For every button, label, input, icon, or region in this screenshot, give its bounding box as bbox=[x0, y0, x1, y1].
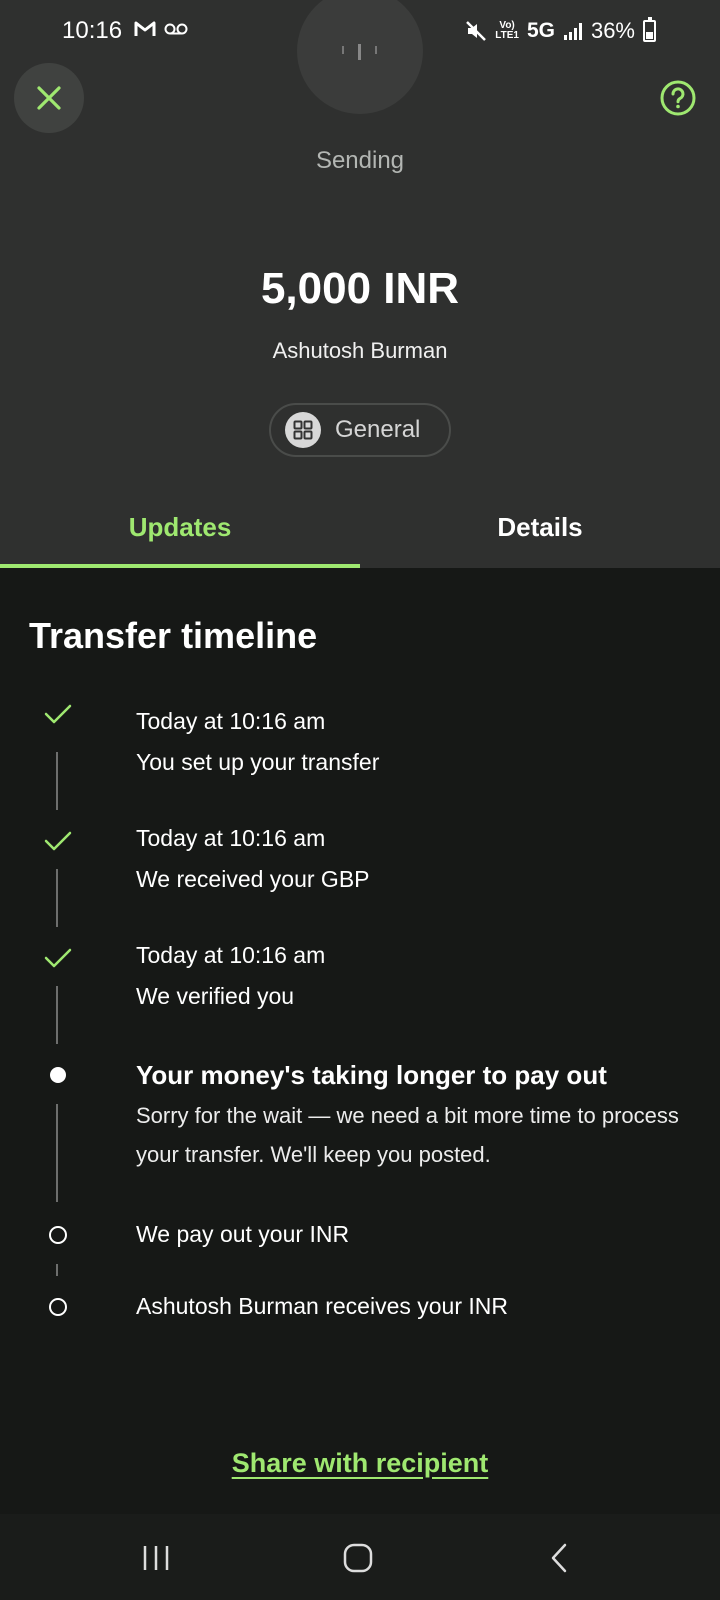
system-nav-bar bbox=[0, 1514, 720, 1600]
pending-step-dot bbox=[49, 1298, 67, 1316]
tab-bar: Updates Details bbox=[0, 500, 720, 568]
help-icon bbox=[660, 80, 696, 116]
step-label: We received your GBP bbox=[136, 866, 370, 892]
status-time: 10:16 bbox=[62, 17, 123, 44]
help-button[interactable] bbox=[660, 80, 696, 116]
category-chip[interactable]: General bbox=[269, 403, 451, 457]
mute-icon bbox=[466, 21, 487, 41]
home-button[interactable] bbox=[336, 1536, 380, 1580]
step-time: Today at 10:16 am bbox=[136, 825, 326, 851]
timeline-title: Transfer timeline bbox=[29, 615, 318, 656]
timeline-step: We pay out your INR bbox=[136, 1214, 349, 1255]
close-button[interactable] bbox=[14, 63, 84, 133]
active-tab-indicator bbox=[0, 564, 360, 568]
category-grid-icon bbox=[285, 412, 321, 448]
step-label: We pay out your INR bbox=[136, 1221, 350, 1247]
close-icon bbox=[37, 86, 61, 110]
back-button[interactable] bbox=[537, 1536, 581, 1580]
timeline-step: Today at 10:16 am We received your GBP bbox=[136, 818, 370, 900]
status-right-icons: Vo) LTE1 5G 36% bbox=[465, 17, 656, 44]
signal-icon bbox=[563, 23, 582, 40]
transfer-amount: 5,000 INR bbox=[260, 264, 460, 313]
battery-icon bbox=[643, 17, 656, 42]
step-label: We verified you bbox=[136, 983, 295, 1009]
timeline-connector bbox=[56, 752, 58, 810]
step-label: You set up your transfer bbox=[136, 749, 380, 775]
current-step-dot bbox=[50, 1067, 66, 1083]
step-time: Today at 10:16 am bbox=[136, 942, 326, 968]
transfer-status: Sending bbox=[315, 147, 405, 174]
timeline-step: Your money's taking longer to pay out So… bbox=[136, 1055, 696, 1174]
step-time: Today at 10:16 am bbox=[136, 708, 326, 734]
step-description: Sorry for the wait — we need a bit more … bbox=[136, 1103, 679, 1167]
timeline-connector bbox=[56, 1264, 58, 1276]
timeline-connector bbox=[56, 869, 58, 927]
share-with-recipient-link[interactable]: Share with recipient bbox=[0, 1448, 720, 1479]
gmail-icon bbox=[134, 21, 156, 36]
check-icon bbox=[44, 704, 72, 724]
timeline-step: Today at 10:16 am You set up your transf… bbox=[136, 701, 379, 783]
battery-percent: 36% bbox=[590, 18, 635, 43]
timeline-step: Today at 10:16 am We verified you bbox=[136, 935, 325, 1017]
status-bar: 10:16 Vo) LTE1 5G 36% bbox=[0, 0, 720, 60]
check-icon bbox=[44, 948, 72, 968]
volte-indicator: Vo) LTE1 bbox=[495, 20, 519, 41]
pending-step-dot bbox=[49, 1226, 67, 1244]
network-type: 5G bbox=[526, 19, 555, 42]
category-label: General bbox=[335, 416, 421, 443]
tab-details[interactable]: Details bbox=[360, 500, 720, 568]
recent-apps-icon bbox=[143, 1546, 169, 1570]
timeline-step: Ashutosh Burman receives your INR bbox=[136, 1286, 508, 1327]
check-icon bbox=[44, 831, 72, 851]
tab-updates[interactable]: Updates bbox=[0, 500, 360, 568]
transfer-header: 10:16 Vo) LTE1 5G 36% Sending 5,000 INR … bbox=[0, 0, 720, 568]
recipient-name: Ashutosh Burman bbox=[272, 338, 448, 363]
step-label: Ashutosh Burman receives your INR bbox=[136, 1293, 508, 1319]
recent-apps-button[interactable] bbox=[134, 1536, 178, 1580]
timeline-connector bbox=[56, 1104, 58, 1202]
voicemail-icon bbox=[164, 23, 188, 35]
home-icon bbox=[343, 1543, 373, 1573]
timeline-connector bbox=[56, 986, 58, 1044]
step-label: Your money's taking longer to pay out bbox=[136, 1060, 607, 1090]
status-left-icons bbox=[134, 20, 188, 38]
back-icon bbox=[551, 1543, 567, 1573]
